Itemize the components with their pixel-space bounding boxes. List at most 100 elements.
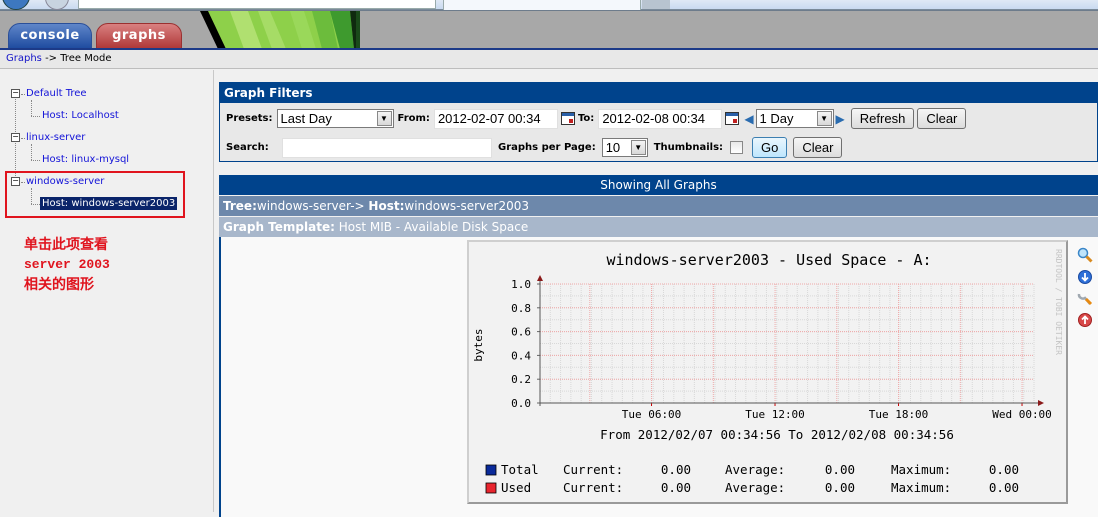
graphs-per-page-value: 10: [605, 140, 621, 155]
legend-average-label: Average:: [725, 480, 785, 495]
x-tick-label: Tue 18:00: [869, 408, 929, 421]
annotation-line-3: 相关的图形: [24, 277, 94, 293]
tree-connector: [31, 160, 40, 161]
tree-host-path: Tree:windows-server-> Host:windows-serve…: [219, 196, 1098, 216]
legend-average-value: 0.00: [825, 462, 855, 477]
legend-maximum-label: Maximum:: [891, 462, 951, 477]
go-button[interactable]: Go: [752, 137, 788, 158]
y-tick-label: 0.8: [511, 302, 531, 315]
clear-timespan-button[interactable]: Clear: [917, 108, 967, 129]
presets-select[interactable]: Last Day ▼: [276, 109, 394, 128]
legend-current-label: Current:: [563, 462, 623, 477]
breadcrumb-separator: ->: [41, 53, 61, 64]
collapse-icon[interactable]: −: [11, 133, 20, 142]
export-csv-icon[interactable]: [1077, 269, 1093, 285]
graph-filters-panel: Graph Filters Presets: Last Day ▼ From: …: [219, 82, 1098, 162]
legend-average-value: 0.00: [825, 480, 855, 495]
y-tick-label: 0.0: [511, 397, 531, 410]
tab-console[interactable]: console: [8, 23, 92, 49]
highlight-annotation-box: [5, 171, 185, 218]
search-input[interactable]: [282, 137, 492, 158]
breadcrumb-graphs-link[interactable]: Graphs: [6, 53, 42, 64]
browser-chrome: [0, 0, 1098, 10]
to-date-input[interactable]: 2012-02-08 00:34: [598, 108, 723, 129]
presets-value: Last Day: [280, 111, 332, 126]
host-value: windows-server2003: [404, 199, 530, 213]
rrd-graph-svg: windows-server2003 - Used Space - A: byt…: [472, 249, 1063, 495]
legend-maximum-value: 0.00: [989, 462, 1019, 477]
collapse-icon[interactable]: −: [11, 89, 20, 98]
y-tick-label: 0.4: [511, 349, 531, 362]
calendar-icon[interactable]: [560, 112, 575, 125]
tree-sidebar: − Default Tree Host: Localhost − linux-s…: [0, 70, 214, 512]
legend-swatch-used: [485, 482, 497, 494]
thumbnails-label: Thumbnails:: [653, 142, 724, 153]
timespan-value: 1 Day: [759, 111, 794, 126]
refresh-button[interactable]: Refresh: [850, 108, 915, 129]
tab-graphs[interactable]: graphs: [96, 23, 182, 49]
graph-filters-title: Graph Filters: [220, 83, 1097, 103]
legend-current-value: 0.00: [661, 462, 691, 477]
graph-properties-icon[interactable]: [1077, 290, 1093, 306]
legend-average-label: Average:: [725, 462, 785, 477]
rrd-graph[interactable]: windows-server2003 - Used Space - A: byt…: [467, 240, 1068, 504]
filters-row-2: Search: Graphs per Page: 10 ▼ Thumbnails…: [226, 137, 843, 158]
legend-current-value: 0.00: [661, 480, 691, 495]
rrdtool-watermark: RRDTOOL / TOBI OETIKER: [1054, 249, 1063, 355]
new-tab-button[interactable]: [642, 0, 670, 9]
from-date-input[interactable]: 2012-02-07 00:34: [433, 108, 558, 129]
calendar-icon[interactable]: [725, 112, 740, 125]
back-button[interactable]: [2, 0, 30, 10]
y-axis-arrow: [537, 275, 543, 281]
shift-left-icon[interactable]: ◀: [744, 112, 753, 126]
graphs-per-page-select[interactable]: 10 ▼: [601, 138, 648, 157]
app-header: console graphs: [0, 10, 1098, 49]
shift-right-icon[interactable]: ▶: [836, 112, 845, 126]
chevron-down-icon[interactable]: ▼: [816, 111, 832, 126]
chart-title: windows-server2003 - Used Space - A:: [606, 251, 931, 269]
x-tick-label: Wed 00:00: [992, 408, 1052, 421]
breadcrumb: Graphs -> Tree Mode: [0, 50, 1098, 69]
legend-name: Total: [501, 462, 539, 477]
tree-connector: [31, 100, 32, 116]
graph-template-row: Graph Template: Host MIB - Available Dis…: [219, 217, 1098, 237]
y-tick-label: 1.0: [511, 278, 531, 291]
from-label: From:: [397, 113, 430, 124]
zoom-graph-icon[interactable]: [1077, 247, 1093, 263]
forward-button[interactable]: [45, 0, 69, 10]
x-tick-label: Tue 06:00: [622, 408, 682, 421]
search-label: Search:: [226, 142, 269, 153]
legend-swatch-total: [485, 464, 497, 476]
showing-all-graphs-header: Showing All Graphs: [219, 175, 1098, 195]
chevron-down-icon[interactable]: ▼: [376, 111, 392, 126]
tree-connector: [31, 116, 40, 117]
tree-default-tree[interactable]: Default Tree: [26, 88, 87, 99]
tree-host-localhost[interactable]: Host: Localhost: [42, 110, 119, 121]
x-axis-arrow: [1038, 400, 1044, 406]
tree-label: Tree:: [223, 199, 257, 213]
filters-row-1: Presets: Last Day ▼ From: 2012-02-07 00:…: [226, 108, 967, 129]
legend-name: Used: [501, 480, 531, 495]
tree-linux-server[interactable]: linux-server: [26, 132, 85, 143]
template-value: Host MIB - Available Disk Space: [334, 220, 529, 234]
address-bar[interactable]: [78, 0, 436, 9]
to-label: To:: [577, 113, 595, 124]
tree-value: windows-server->: [256, 199, 369, 213]
main-content: Graph Filters Presets: Last Day ▼ From: …: [219, 82, 1098, 517]
breadcrumb-current: Tree Mode: [60, 53, 112, 64]
legend-maximum-value: 0.00: [989, 480, 1019, 495]
presets-label: Presets:: [226, 113, 273, 124]
template-label: Graph Template:: [223, 220, 335, 234]
tree-connector: [31, 144, 32, 160]
timespan-select[interactable]: 1 Day ▼: [755, 109, 834, 128]
x-tick-label: Tue 12:00: [745, 408, 805, 421]
chevron-down-icon[interactable]: ▼: [630, 140, 646, 155]
annotation-line-2: server 2003: [24, 257, 110, 272]
thumbnails-checkbox[interactable]: [730, 141, 744, 154]
legend-current-label: Current:: [563, 480, 623, 495]
browser-tab[interactable]: [443, 0, 641, 10]
tree-connector: [21, 138, 25, 139]
tree-host-linux-mysql[interactable]: Host: linux-mysql: [42, 154, 129, 165]
clear-search-button[interactable]: Clear: [793, 137, 843, 158]
page-top-icon[interactable]: [1077, 312, 1093, 328]
